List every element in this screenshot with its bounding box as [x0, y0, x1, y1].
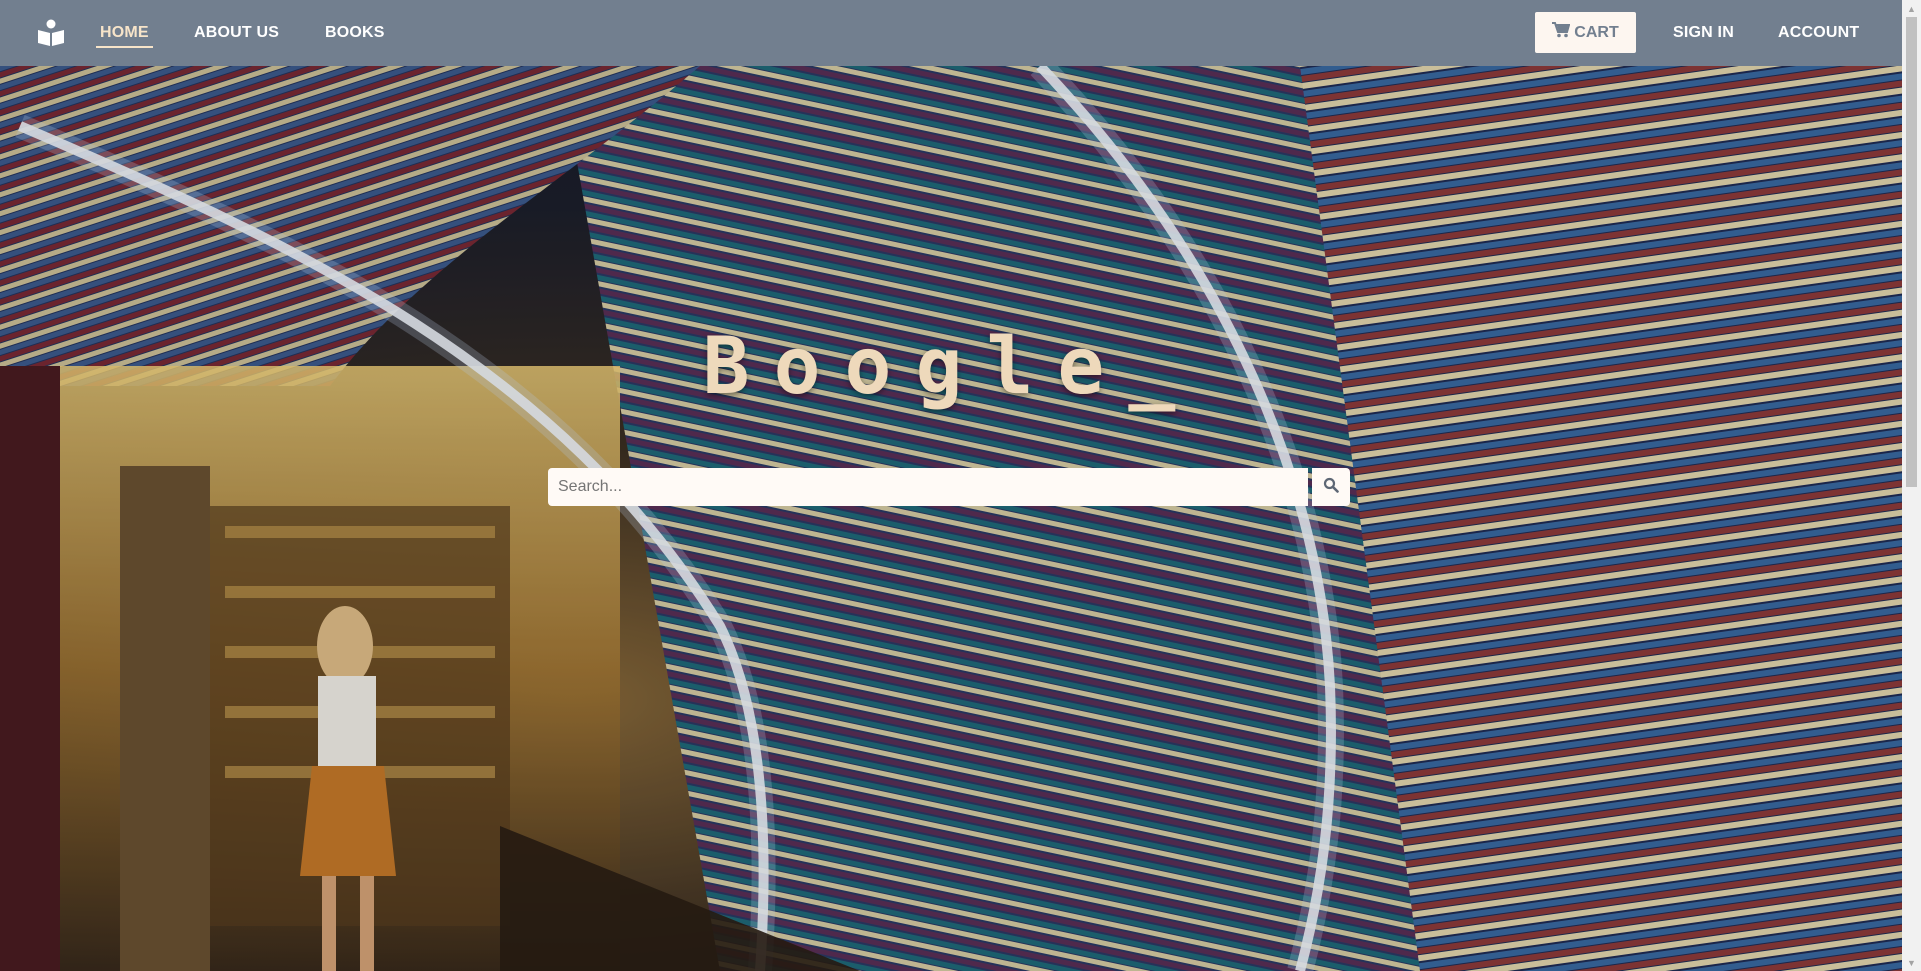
search-button[interactable]: [1312, 468, 1350, 506]
hero-title: Boogle_: [702, 322, 1200, 412]
nav-link-account[interactable]: ACCOUNT: [1778, 0, 1859, 66]
hero-section: Boogle_: [0, 66, 1902, 971]
scrollbar-thumb[interactable]: [1906, 17, 1917, 487]
nav-link-sign-in[interactable]: SIGN IN: [1673, 0, 1734, 66]
scroll-down-arrow-icon[interactable]: ▼: [1902, 954, 1921, 971]
shopping-cart-icon: [1552, 22, 1574, 43]
nav-link-about-us[interactable]: ABOUT US: [194, 0, 279, 66]
nav-link-books[interactable]: BOOKS: [325, 0, 385, 66]
page-scrollbar[interactable]: ▲ ▼: [1902, 0, 1921, 971]
nav-link-home[interactable]: HOME: [96, 0, 153, 66]
book-reader-icon[interactable]: [36, 18, 66, 48]
cart-label: CART: [1574, 23, 1619, 41]
cart-button[interactable]: CART: [1535, 12, 1636, 53]
scroll-up-arrow-icon[interactable]: ▲: [1902, 0, 1921, 17]
search-icon: [1323, 477, 1339, 498]
search-bar: [548, 468, 1350, 506]
search-input[interactable]: [548, 468, 1308, 506]
top-navbar: HOME ABOUT US BOOKS CART SIGN IN ACCOUNT: [0, 0, 1902, 66]
book-tunnel-photo: [0, 66, 1902, 971]
